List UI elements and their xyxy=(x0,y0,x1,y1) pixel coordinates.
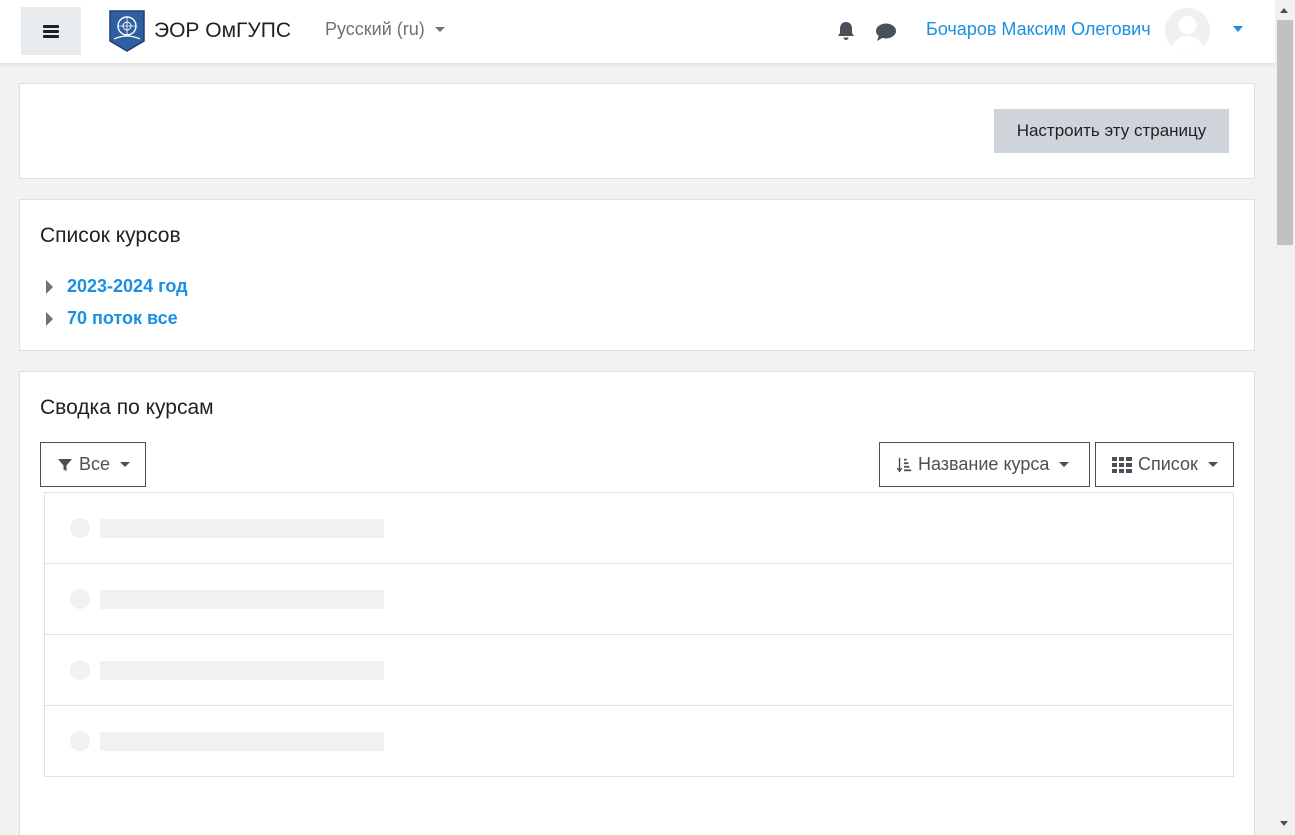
university-logo-icon xyxy=(109,10,145,52)
list-item-placeholder xyxy=(45,493,1233,564)
list-item-placeholder xyxy=(45,564,1233,635)
placeholder-bar xyxy=(100,519,384,538)
scrollbar-thumb[interactable] xyxy=(1277,20,1293,245)
caret-right-icon xyxy=(46,311,53,326)
page-scrollbar[interactable] xyxy=(1275,0,1295,835)
chevron-down-icon xyxy=(1059,462,1070,467)
hamburger-icon xyxy=(43,24,59,38)
scroll-up-arrow-icon[interactable] xyxy=(1280,8,1288,13)
chevron-down-icon xyxy=(1207,462,1218,467)
chat-icon[interactable] xyxy=(874,21,898,43)
language-menu[interactable]: Русский ‎(ru)‎ xyxy=(325,19,445,40)
sort-amount-icon xyxy=(896,457,912,472)
course-overview-block: Сводка по курсам Все Название курса Спис… xyxy=(19,371,1255,835)
top-navbar: ЭОР ОмГУПС Русский ‎(ru)‎ Бочаров Максим… xyxy=(0,0,1275,63)
list-item-placeholder xyxy=(45,635,1233,706)
course-list-title: Список курсов xyxy=(40,224,181,247)
category-link[interactable]: 2023-2024 год xyxy=(67,276,188,297)
category-link[interactable]: 70 поток все xyxy=(67,308,178,329)
placeholder-bar xyxy=(100,590,384,609)
chevron-down-icon xyxy=(434,27,445,32)
filter-label: Все xyxy=(79,454,111,474)
bell-icon[interactable] xyxy=(835,20,857,42)
view-label: Список xyxy=(1138,454,1198,474)
customise-page-button[interactable]: Настроить эту страницу xyxy=(994,109,1229,153)
course-list-block: Список курсов 2023-2024 год 70 поток все xyxy=(19,199,1255,351)
placeholder-bar xyxy=(100,661,384,680)
placeholder-circle xyxy=(70,589,90,609)
grid-icon xyxy=(1112,456,1132,473)
course-list-placeholder xyxy=(44,492,1234,777)
sort-dropdown[interactable]: Название курса xyxy=(879,442,1090,487)
category-item[interactable]: 70 поток все xyxy=(46,308,178,329)
scroll-down-arrow-icon[interactable] xyxy=(1280,821,1288,826)
category-item[interactable]: 2023-2024 год xyxy=(46,276,188,297)
chevron-down-icon xyxy=(120,462,131,467)
sort-label: Название курса xyxy=(918,454,1050,474)
site-brand-link[interactable]: ЭОР ОмГУПС xyxy=(108,8,291,54)
filter-icon xyxy=(58,458,72,471)
user-avatar-icon[interactable] xyxy=(1165,8,1210,53)
placeholder-bar xyxy=(100,732,384,751)
user-menu-chevron-down-icon[interactable] xyxy=(1233,26,1243,32)
language-label: Русский ‎(ru)‎ xyxy=(325,19,425,39)
view-mode-dropdown[interactable]: Список xyxy=(1095,442,1234,487)
site-name: ЭОР ОмГУПС xyxy=(154,19,292,42)
drawer-toggle-button[interactable] xyxy=(21,7,81,55)
grouping-filter-dropdown[interactable]: Все xyxy=(40,442,146,487)
caret-right-icon xyxy=(46,279,53,294)
placeholder-circle xyxy=(70,731,90,751)
list-item-placeholder xyxy=(45,706,1233,777)
placeholder-circle xyxy=(70,660,90,680)
user-menu-name[interactable]: Бочаров Максим Олегович xyxy=(926,19,1151,40)
placeholder-circle xyxy=(70,518,90,538)
course-overview-title: Сводка по курсам xyxy=(40,396,214,419)
page-header-card: Настроить эту страницу xyxy=(19,83,1255,179)
